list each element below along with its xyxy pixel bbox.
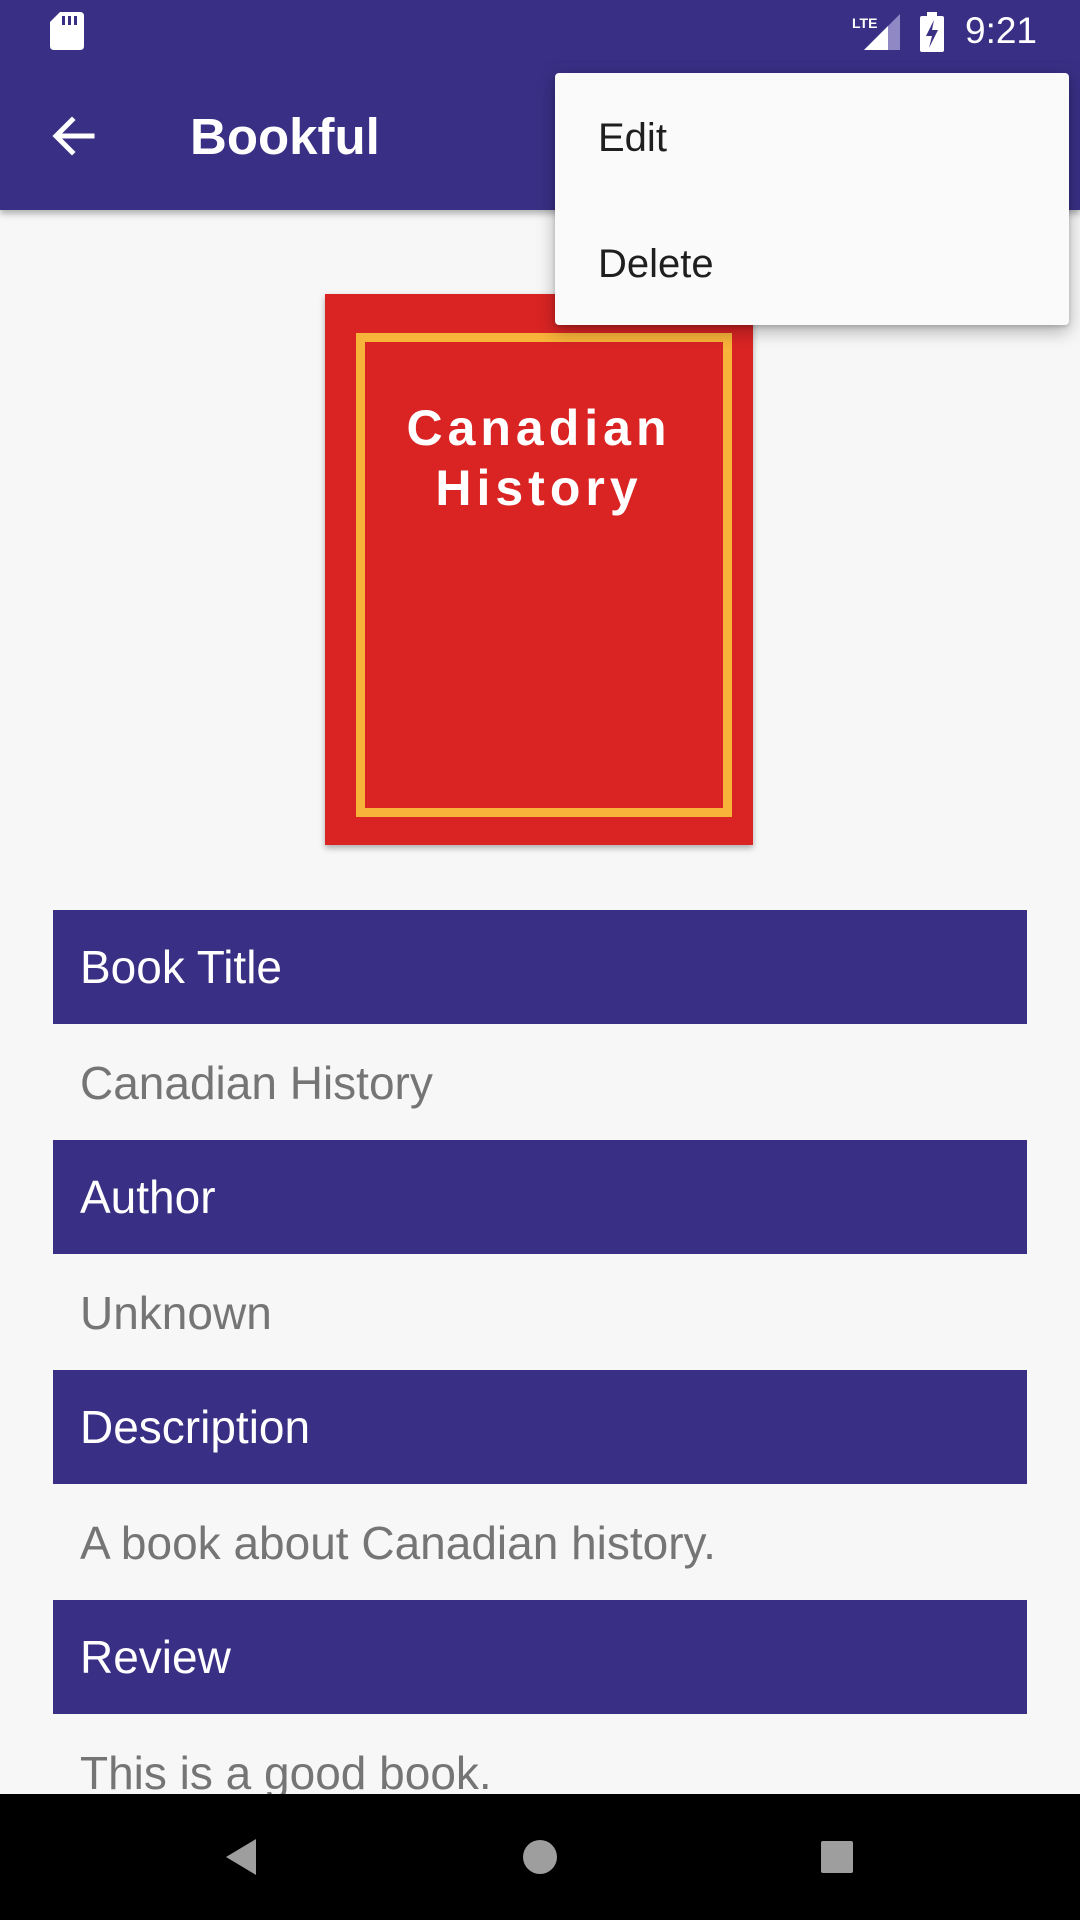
recents-square-icon[interactable] xyxy=(807,1827,867,1887)
review-value: This is a good book. xyxy=(80,1747,492,1799)
book-cover: Canadian History xyxy=(325,294,753,845)
author-value: Unknown xyxy=(80,1287,272,1339)
book-title-value: Canadian History xyxy=(80,1057,433,1109)
section-header-title: Book Title xyxy=(53,910,1027,1024)
section-header-review: Review xyxy=(53,1600,1027,1714)
home-circle-icon[interactable] xyxy=(510,1827,570,1887)
section-header-author: Author xyxy=(53,1140,1027,1254)
description-value: A book about Canadian history. xyxy=(80,1517,716,1569)
lte-signal-icon: LTE xyxy=(852,14,900,50)
navigation-bar xyxy=(0,1794,1080,1920)
arrow-back-icon[interactable] xyxy=(46,108,102,164)
cover-title-line1: Canadian xyxy=(406,400,672,456)
menu-item-delete[interactable]: Delete xyxy=(598,242,714,287)
section-header-description: Description xyxy=(53,1370,1027,1484)
status-bar: LTE 9:21 xyxy=(0,0,1080,63)
battery-charging-icon xyxy=(920,12,944,52)
app-title: Bookful xyxy=(190,108,380,165)
menu-item-edit[interactable]: Edit xyxy=(598,116,667,161)
sd-card-icon xyxy=(50,12,84,50)
overflow-menu: Edit Delete xyxy=(555,73,1069,325)
cover-title-line2: History xyxy=(435,460,643,516)
status-time: 9:21 xyxy=(965,10,1038,51)
svg-text:LTE: LTE xyxy=(852,15,877,31)
back-triangle-icon[interactable] xyxy=(212,1827,272,1887)
